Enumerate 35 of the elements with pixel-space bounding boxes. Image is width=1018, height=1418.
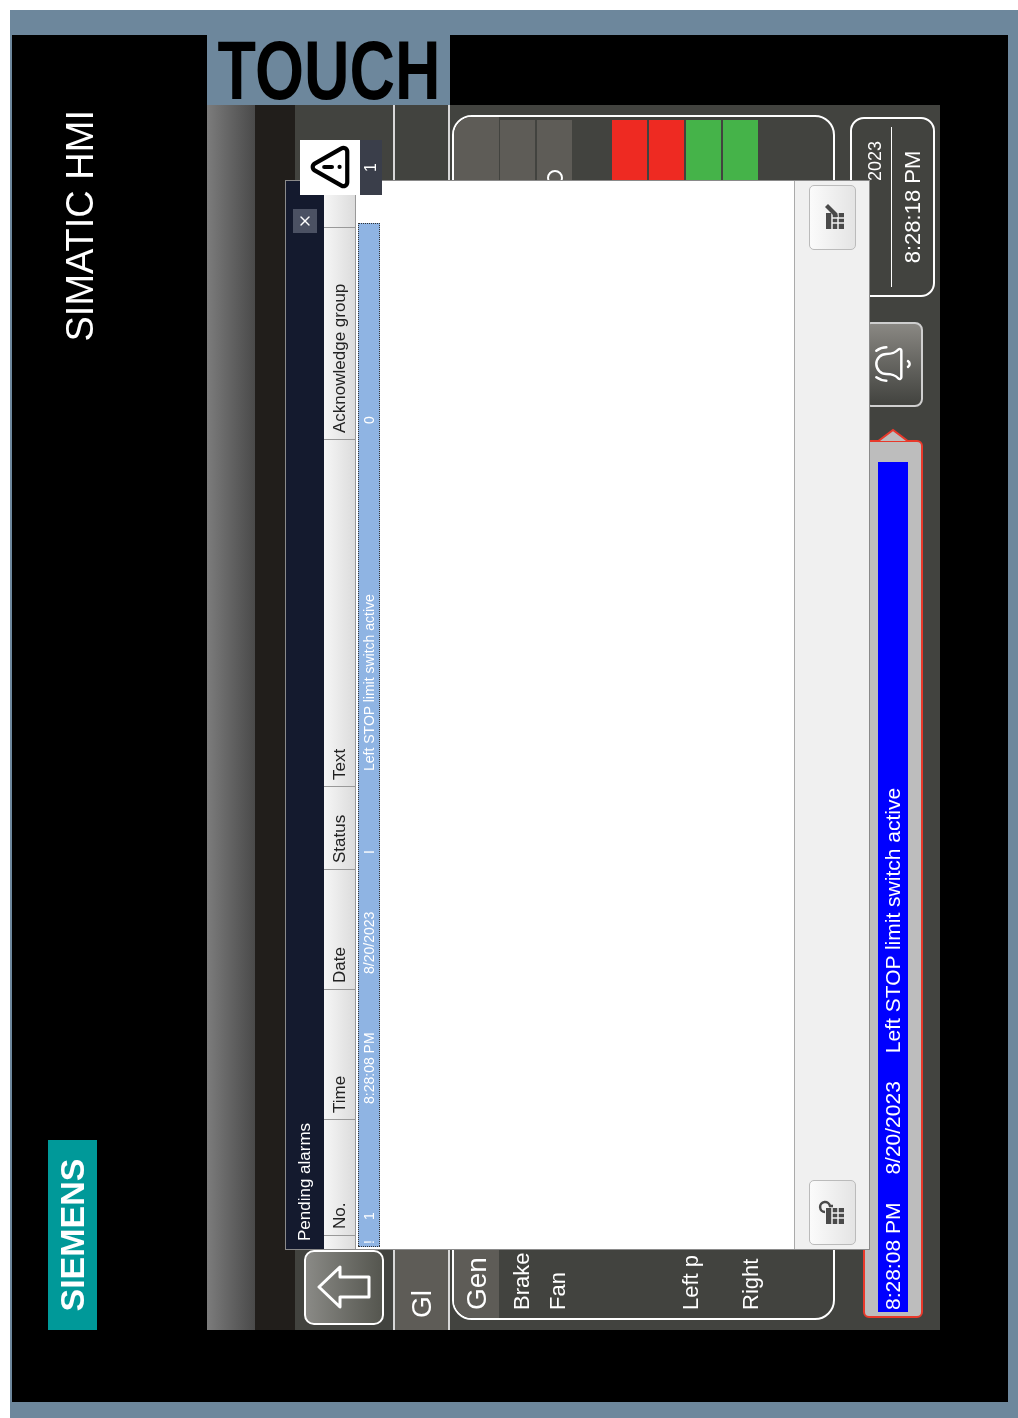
table-cell-text: 8:28:08 PM bbox=[360, 1031, 378, 1106]
alarm-text: Left STOP limit switch active bbox=[879, 787, 905, 1054]
table-cell-text: 0 bbox=[360, 415, 378, 426]
column-header[interactable]: Time bbox=[324, 989, 355, 1119]
table-cell-text: 8/20/2023 bbox=[360, 910, 378, 976]
alarm-marker: ! bbox=[360, 1240, 378, 1244]
column-header[interactable]: Acknowledge group bbox=[324, 227, 355, 439]
edit-button[interactable] bbox=[808, 185, 856, 250]
alarm-time: 8:28:08 PM bbox=[879, 1202, 905, 1310]
row-label: Right bbox=[737, 1257, 764, 1310]
row-label: Left p bbox=[677, 1253, 704, 1310]
column-header[interactable]: Status bbox=[324, 786, 355, 869]
brand-logo: SIEMENS bbox=[48, 1140, 97, 1330]
clock-date: 2023 bbox=[864, 141, 886, 182]
model-name: SIMATIC HMI bbox=[58, 110, 102, 342]
alarm-date: 8/20/2023 bbox=[879, 1081, 905, 1175]
home-button[interactable] bbox=[304, 1250, 384, 1325]
clock-time: 8:28:18 PM bbox=[899, 150, 926, 264]
column-header[interactable]: Date bbox=[324, 869, 355, 989]
table-cell-text: Left STOP limit switch active bbox=[360, 593, 378, 773]
device-label: TOUCH bbox=[207, 35, 450, 105]
grid-question-icon bbox=[818, 1198, 846, 1227]
help-button[interactable] bbox=[808, 1180, 856, 1245]
close-button[interactable] bbox=[293, 209, 317, 233]
row-label: Fan bbox=[544, 1271, 571, 1310]
column-header[interactable]: No. bbox=[324, 1119, 355, 1235]
bell-icon bbox=[872, 344, 913, 385]
alarm-count: 1 bbox=[361, 163, 380, 172]
row-label: Brake bbox=[508, 1252, 535, 1310]
column-header[interactable]: Text bbox=[324, 439, 355, 786]
warning-indicator[interactable] bbox=[300, 140, 360, 195]
panel-tab[interactable]: Gen bbox=[455, 1257, 498, 1310]
table-cell-text: I bbox=[360, 849, 378, 856]
table-cell-text: 1 bbox=[360, 1211, 378, 1222]
dialog-title: Pending alarms bbox=[294, 1122, 316, 1241]
